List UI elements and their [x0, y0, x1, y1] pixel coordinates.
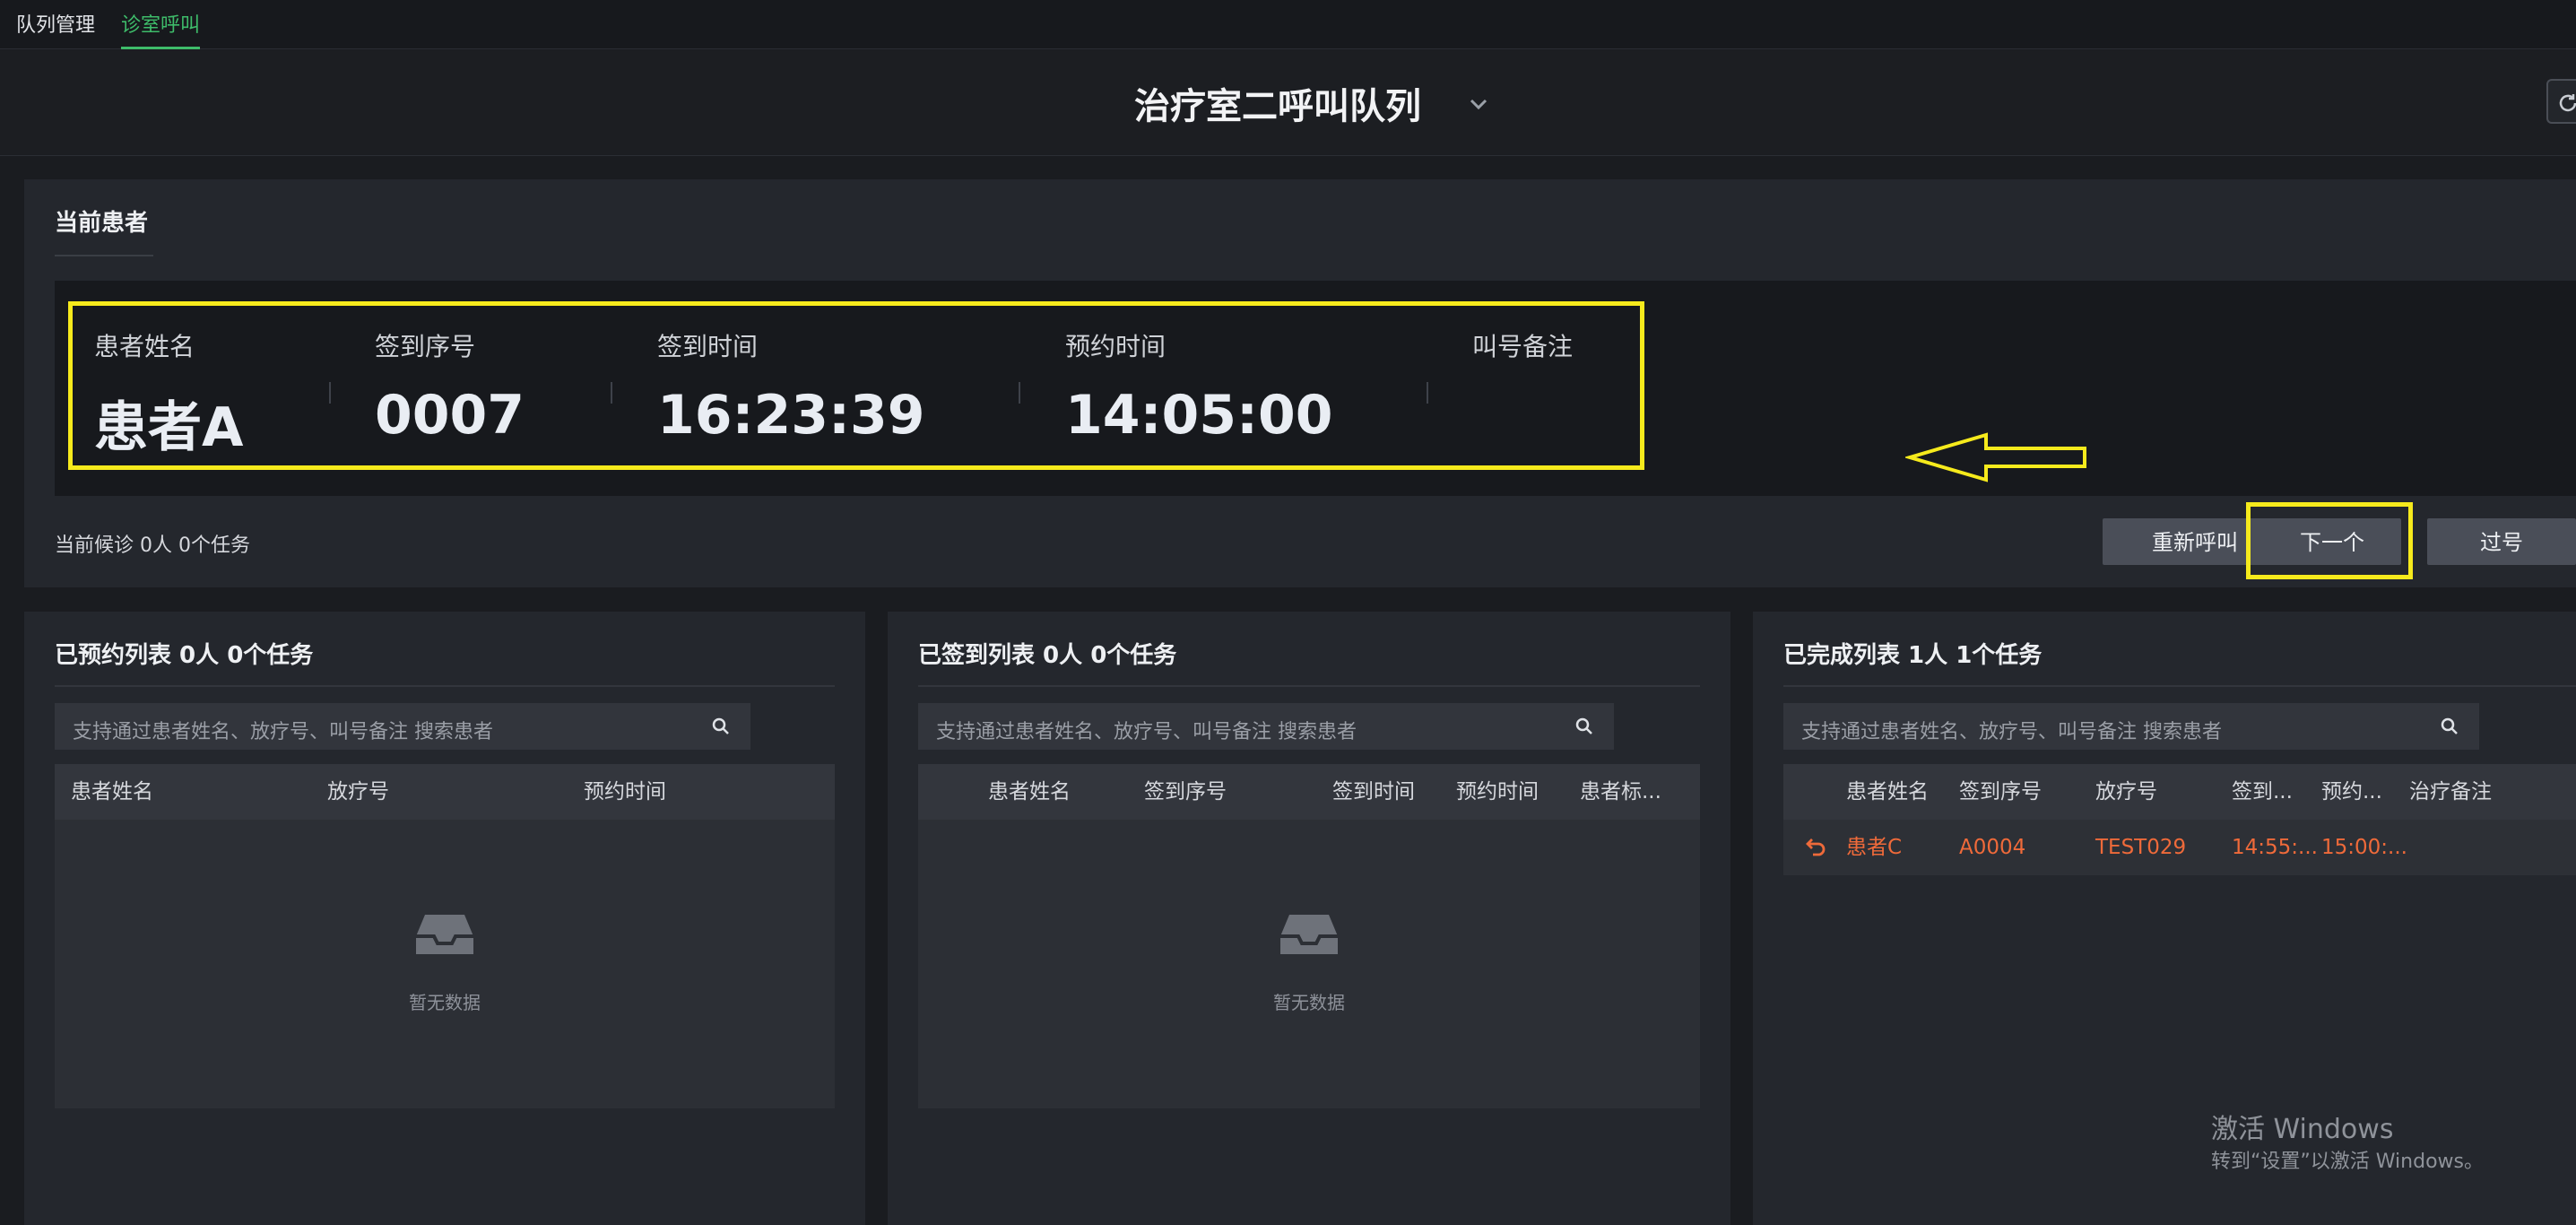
annotation-arrow-icon	[1905, 432, 2086, 482]
search-placeholder: 支持通过患者姓名、放疗号、叫号备注 搜索患者	[1801, 721, 2222, 743]
empty-inbox-icon	[1280, 915, 1338, 954]
section-title: 当前患者	[55, 210, 149, 237]
tab-room-call[interactable]: 诊室呼叫	[121, 0, 201, 49]
table-body: 暂无数据	[918, 820, 1700, 1108]
col-rt-number[interactable]: 放疗号	[2095, 764, 2157, 820]
search-placeholder: 支持通过患者姓名、放疗号、叫号备注 搜索患者	[73, 721, 493, 743]
queue-title[interactable]: 治疗室二呼叫队列	[1134, 77, 1421, 129]
col-rt-number[interactable]: 放疗号	[327, 764, 389, 820]
table-row[interactable]: 患者C A0004 TEST029 14:55:... 15:00:...	[1783, 820, 2576, 875]
cell-book-time: 15:00:...	[2321, 836, 2407, 859]
table-header: 患者姓名 放疗号 预约时间	[55, 764, 835, 820]
panel-title: 已完成列表 1人 1个任务	[1783, 642, 2043, 669]
chevron-down-icon[interactable]	[1466, 91, 1491, 117]
cell-rt-number: TEST029	[2095, 836, 2187, 859]
col-sign-time[interactable]: 签到时间	[1332, 764, 1415, 820]
col-sign-number[interactable]: 签到序号	[1959, 764, 2042, 820]
divider	[55, 685, 835, 687]
title-underline	[55, 255, 153, 256]
col-book-time[interactable]: 预约时间	[1456, 764, 1539, 820]
checked-in-list-panel: 已签到列表 0人 0个任务 支持通过患者姓名、放疗号、叫号备注 搜索患者 患者姓…	[888, 612, 1730, 1225]
col-patient-name[interactable]: 患者姓名	[1846, 764, 1929, 820]
table-body: 暂无数据	[55, 820, 835, 1108]
windows-watermark-title: 激活 Windows	[2211, 1114, 2394, 1145]
empty-inbox-icon	[416, 915, 473, 954]
empty-text: 暂无数据	[1273, 992, 1345, 1013]
queue-header: 治疗室二呼叫队列	[0, 50, 2576, 156]
refresh-icon	[2559, 94, 2576, 112]
col-book-time[interactable]: 预约...	[2321, 764, 2382, 820]
table-header: 患者姓名 签到序号 放疗号 签到... 预约... 治疗备注	[1783, 764, 2576, 820]
search-icon[interactable]	[2440, 717, 2459, 736]
checked-in-search-input[interactable]: 支持通过患者姓名、放疗号、叫号备注 搜索患者	[918, 703, 1614, 750]
skip-button[interactable]: 过号	[2427, 518, 2576, 565]
panel-title: 已预约列表 0人 0个任务	[55, 642, 314, 669]
divider	[1783, 685, 2576, 687]
search-placeholder: 支持通过患者姓名、放疗号、叫号备注 搜索患者	[936, 721, 1357, 743]
col-patient-name[interactable]: 患者姓名	[71, 764, 153, 820]
col-patient-name[interactable]: 患者姓名	[988, 764, 1071, 820]
cell-sign-number: A0004	[1959, 836, 2026, 859]
refresh-button[interactable]	[2546, 79, 2576, 124]
col-treatment-note[interactable]: 治疗备注	[2409, 764, 2492, 820]
search-icon[interactable]	[711, 717, 731, 736]
completed-search-input[interactable]: 支持通过患者姓名、放疗号、叫号备注 搜索患者	[1783, 703, 2479, 750]
annotation-next-box	[2246, 502, 2413, 579]
col-sign-time[interactable]: 签到...	[2232, 764, 2293, 820]
col-book-time[interactable]: 预约时间	[584, 764, 666, 820]
search-icon[interactable]	[1574, 717, 1594, 736]
cell-sign-time: 14:55:...	[2232, 836, 2318, 859]
divider	[918, 685, 1700, 687]
panel-title: 已签到列表 0人 0个任务	[918, 642, 1177, 669]
reserved-list-panel: 已预约列表 0人 0个任务 支持通过患者姓名、放疗号、叫号备注 搜索患者 患者姓…	[24, 612, 865, 1225]
reserved-search-input[interactable]: 支持通过患者姓名、放疗号、叫号备注 搜索患者	[55, 703, 750, 750]
cell-patient-name: 患者C	[1846, 836, 1903, 859]
col-patient-tag[interactable]: 患者标...	[1580, 764, 1661, 820]
top-tab-bar: 队列管理 诊室呼叫	[0, 0, 2576, 49]
tab-queue-management[interactable]: 队列管理	[16, 0, 95, 49]
annotation-highlight-box	[68, 301, 1644, 470]
completed-list-panel: 已完成列表 1人 1个任务 支持通过患者姓名、放疗号、叫号备注 搜索患者 患者姓…	[1753, 612, 2576, 1225]
col-sign-number[interactable]: 签到序号	[1144, 764, 1227, 820]
empty-text: 暂无数据	[409, 992, 481, 1013]
waiting-count: 当前候诊 0人 0个任务	[55, 534, 250, 557]
windows-watermark-hint: 转到“设置”以激活 Windows。	[2211, 1151, 2484, 1173]
table-header: 患者姓名 签到序号 签到时间 预约时间 患者标...	[918, 764, 1700, 820]
undo-icon[interactable]	[1805, 836, 1828, 859]
